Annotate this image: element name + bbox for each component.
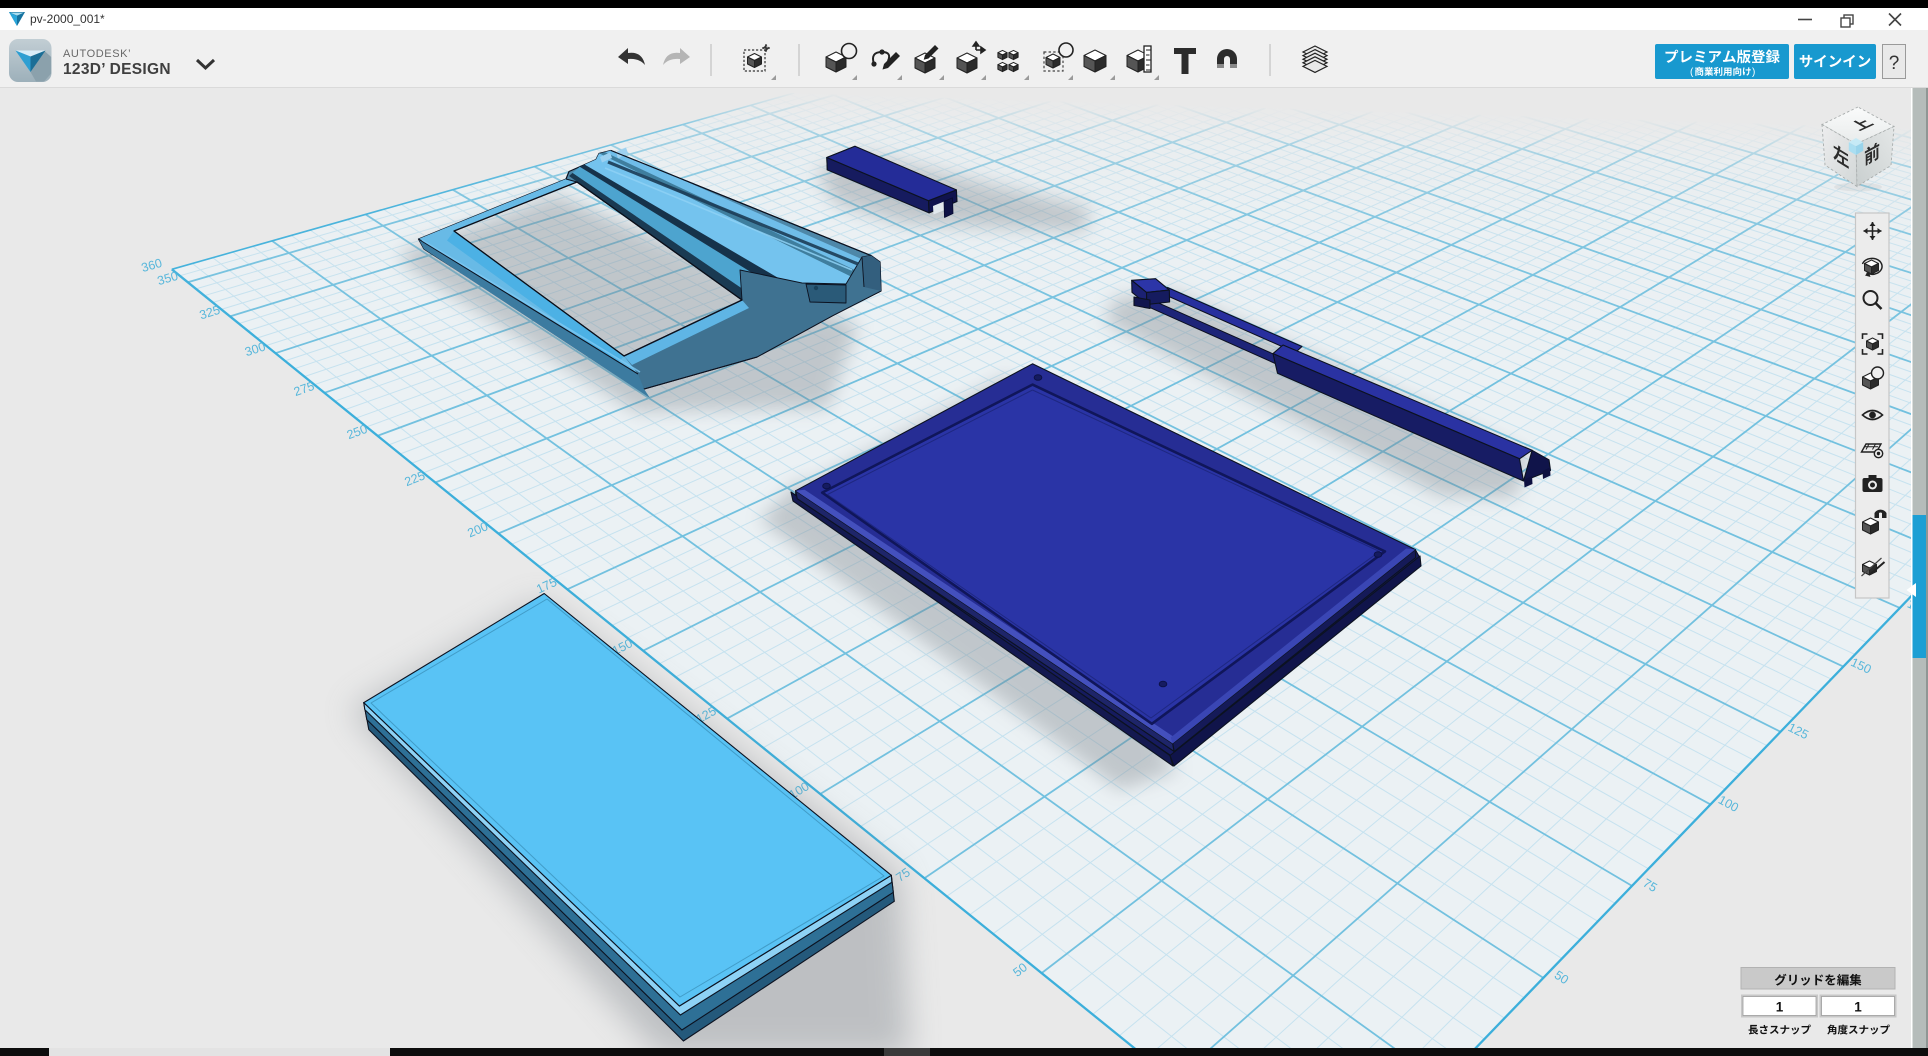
svg-text:1: 1: [1854, 1000, 1862, 1015]
svg-text:?: ?: [1889, 53, 1900, 74]
svg-text:AUTODESK’: AUTODESK’: [63, 48, 131, 60]
svg-text:): ): [1752, 67, 1755, 78]
svg-text:123D’ DESIGN: 123D’ DESIGN: [63, 61, 171, 78]
svg-text:1: 1: [1776, 1000, 1784, 1015]
